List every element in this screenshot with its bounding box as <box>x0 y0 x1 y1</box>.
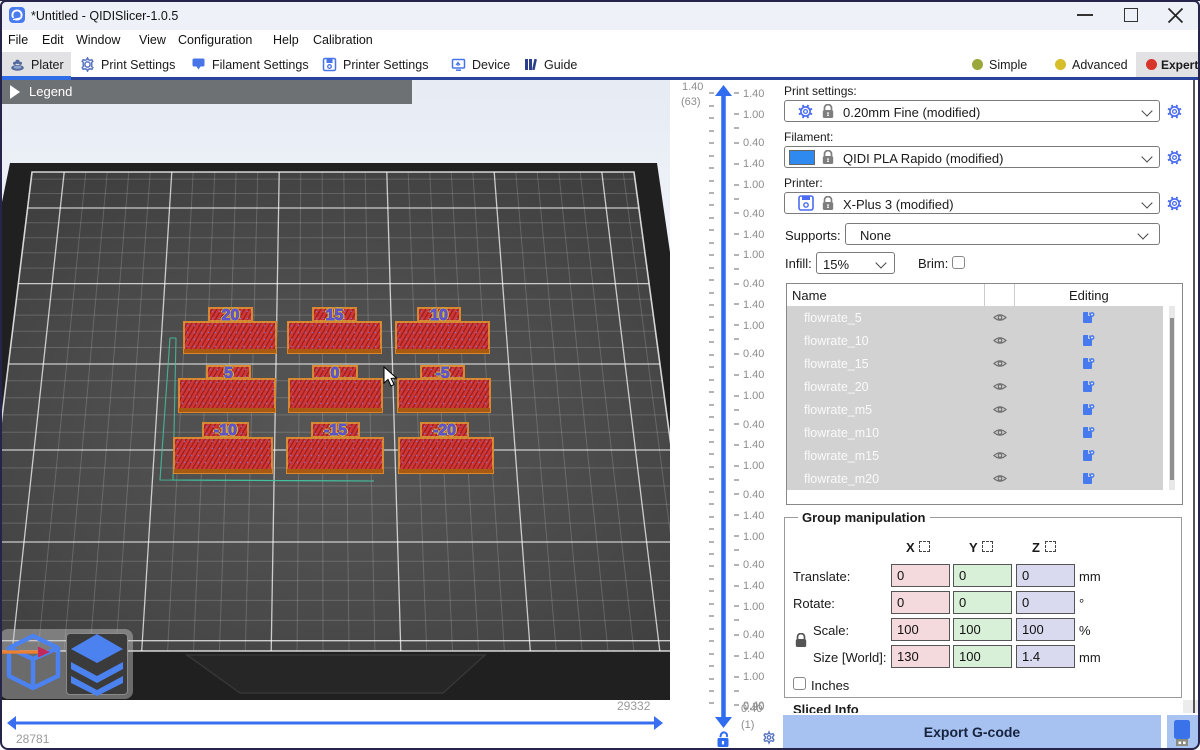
svg-text:1.40: 1.40 <box>743 299 764 311</box>
svg-text:1.40: 1.40 <box>743 158 764 170</box>
svg-text:1.00: 1.00 <box>743 601 764 613</box>
svg-text:0.40: 0.40 <box>743 419 764 431</box>
svg-text:0.40: 0.40 <box>743 137 764 149</box>
svg-text:1.00: 1.00 <box>743 320 764 332</box>
svg-text:1.40: 1.40 <box>743 229 764 241</box>
svg-text:(63): (63) <box>681 96 701 108</box>
svg-text:0.40: 0.40 <box>743 208 764 220</box>
svg-text:1.00: 1.00 <box>743 109 764 121</box>
svg-text:1.00: 1.00 <box>743 671 764 683</box>
svg-text:1.00: 1.00 <box>743 249 764 261</box>
svg-text:0.40: 0.40 <box>743 559 764 571</box>
svg-text:1.40: 1.40 <box>743 650 764 662</box>
svg-text:1.40: 1.40 <box>682 81 703 93</box>
svg-text:1.00: 1.00 <box>743 390 764 402</box>
svg-text:1.40: 1.40 <box>743 88 764 100</box>
svg-text:1.00: 1.00 <box>743 531 764 543</box>
svg-text:0.40: 0.40 <box>743 278 764 290</box>
svg-text:1.40: 1.40 <box>743 580 764 592</box>
svg-text:0.40: 0.40 <box>743 348 764 360</box>
svg-text:0.20: 0.20 <box>743 701 764 713</box>
svg-text:(1): (1) <box>741 719 754 731</box>
svg-text:1.40: 1.40 <box>743 369 764 381</box>
svg-text:1.40: 1.40 <box>743 439 764 451</box>
svg-text:1.00: 1.00 <box>743 179 764 191</box>
svg-text:0.40: 0.40 <box>743 629 764 641</box>
svg-text:1.40: 1.40 <box>743 510 764 522</box>
svg-text:0.40: 0.40 <box>743 489 764 501</box>
svg-text:1.00: 1.00 <box>743 460 764 472</box>
